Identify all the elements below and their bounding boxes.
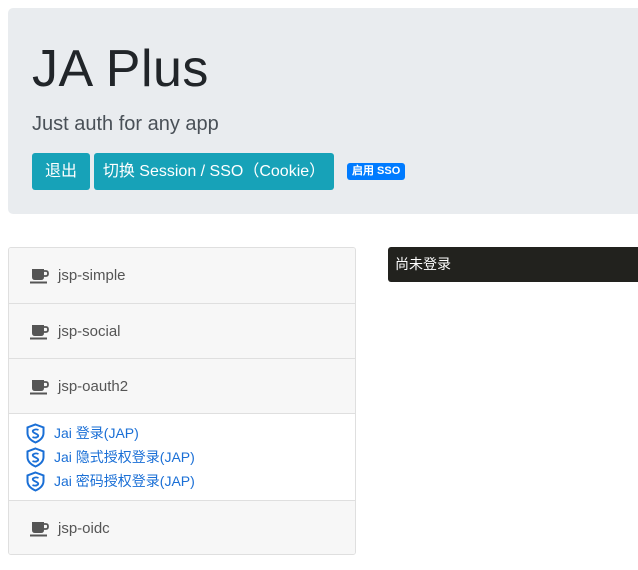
logout-button[interactable]: 退出 xyxy=(32,153,90,190)
sidebar-item-jsp-simple[interactable]: jsp-simple xyxy=(9,248,355,303)
shield-icon xyxy=(26,423,45,444)
oauth2-link-panel: Jai 登录(JAP) Jai 隐式授权登录(JAP) Jai 密码授权登录(J… xyxy=(9,413,355,501)
sidebar-item-jsp-oidc[interactable]: jsp-oidc xyxy=(9,501,355,554)
coffee-cup-icon xyxy=(30,269,49,284)
app-title: JA Plus xyxy=(32,40,209,98)
sso-enabled-badge: 启用 SSO xyxy=(347,163,406,180)
sidebar-item-label: jsp-social xyxy=(58,323,121,340)
coffee-cup-icon xyxy=(30,325,49,340)
oauth2-link-label: Jai 隐式授权登录(JAP) xyxy=(54,449,195,465)
sidebar-item-jsp-social[interactable]: jsp-social xyxy=(9,303,355,358)
sidebar-item-label: jsp-simple xyxy=(58,267,126,284)
login-status-text: 尚未登录 xyxy=(395,256,451,272)
demo-list: jsp-simple jsp-social jsp-oauth2 Jai 登录(… xyxy=(8,247,356,555)
app-tagline: Just auth for any app xyxy=(32,113,219,135)
sidebar-item-label: jsp-oidc xyxy=(58,520,110,537)
sidebar-item-label: jsp-oauth2 xyxy=(58,378,129,395)
shield-icon xyxy=(26,471,45,492)
sidebar-item-jsp-oauth2[interactable]: jsp-oauth2 xyxy=(9,358,355,413)
switch-session-sso-button[interactable]: 切换 Session / SSO（Cookie） xyxy=(94,153,334,190)
oauth2-link-label: Jai 密码授权登录(JAP) xyxy=(54,473,195,489)
coffee-cup-icon xyxy=(30,522,49,537)
header-jumbotron: JA Plus Just auth for any app 退出 切换 Sess… xyxy=(8,8,638,214)
shield-icon xyxy=(26,447,45,468)
login-status-bar: 尚未登录 xyxy=(388,247,638,282)
oauth2-link-label: Jai 登录(JAP) xyxy=(54,425,139,441)
coffee-cup-icon xyxy=(30,380,49,395)
